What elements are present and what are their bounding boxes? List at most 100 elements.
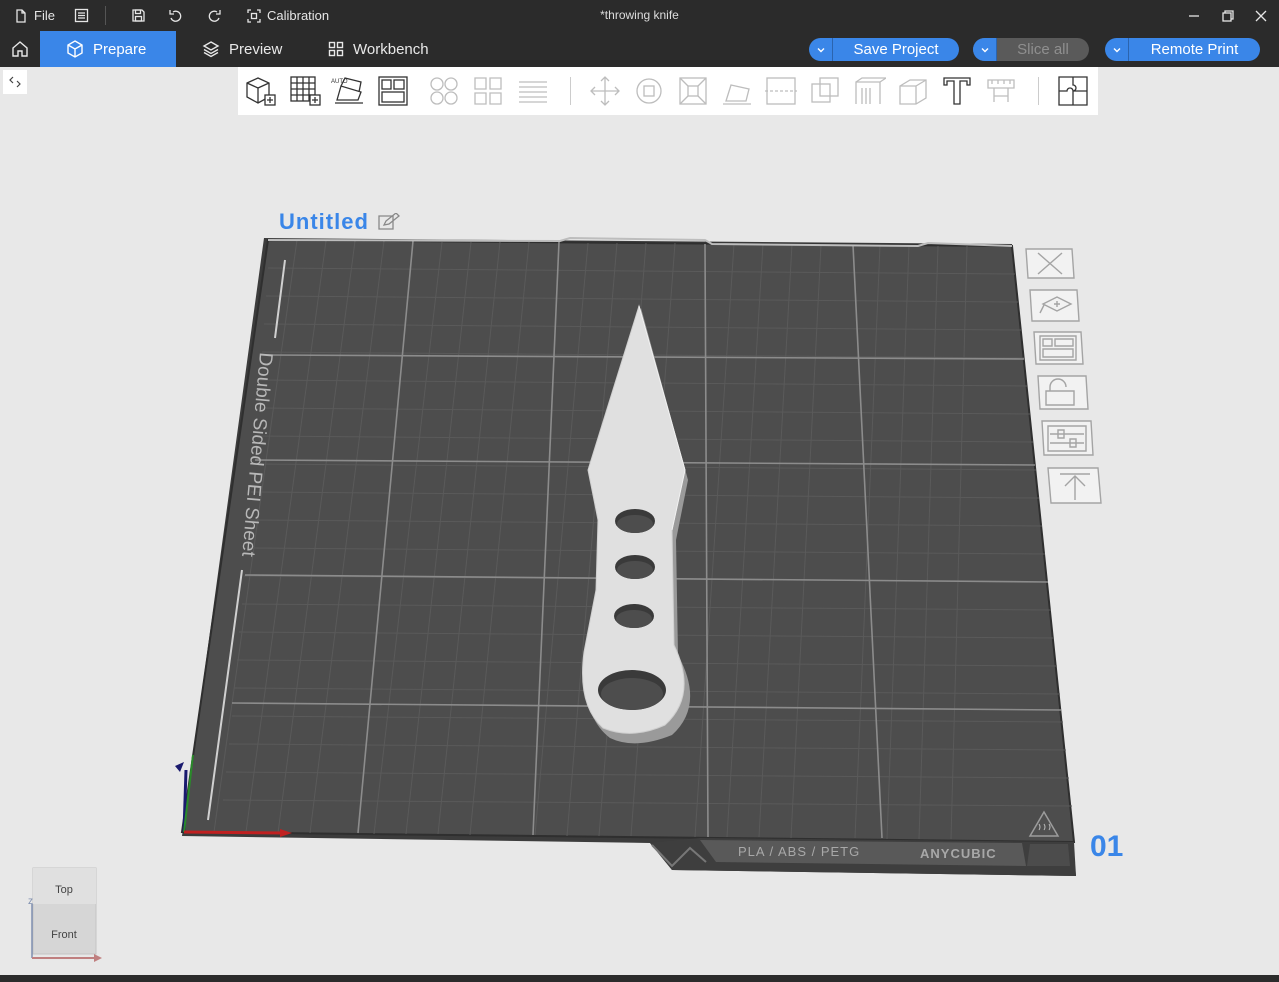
cut-button[interactable] — [763, 73, 799, 109]
3d-viewport[interactable]: Double Sided PEI Sheet PLA / ABS / PETG … — [0, 0, 1279, 982]
minimize-button[interactable] — [1176, 0, 1212, 31]
save-icon — [132, 9, 145, 22]
toolbar-divider — [1038, 77, 1039, 105]
remote-print-dropdown[interactable] — [1105, 38, 1129, 61]
materials-label: PLA / ABS / PETG — [738, 844, 860, 859]
boolean-icon — [811, 77, 839, 103]
plate-name[interactable]: Untitled — [279, 209, 401, 235]
split-objects-icon — [430, 77, 458, 105]
plate-auto-arrange-button[interactable] — [1029, 289, 1080, 322]
close-icon — [1255, 10, 1267, 21]
slice-all-label: Slice all — [1017, 41, 1069, 58]
view-cube-front[interactable]: Front — [51, 929, 77, 941]
scale-button[interactable] — [675, 73, 711, 109]
move-icon — [590, 76, 620, 106]
add-plate-button[interactable] — [287, 73, 323, 109]
grid-icon — [328, 41, 344, 57]
tab-prepare[interactable]: Prepare — [40, 31, 176, 67]
restore-icon — [1222, 9, 1234, 22]
layers-icon — [202, 41, 220, 58]
minimize-icon — [1189, 14, 1199, 17]
remote-print-button[interactable]: Remote Print — [1105, 38, 1260, 61]
lay-on-face-icon — [723, 84, 751, 105]
add-plate-icon — [290, 76, 321, 106]
title-bar: File Calibration *throwing knife — [0, 0, 1279, 31]
main-toolbar: AUTO — [238, 67, 1098, 115]
split-parts-icon — [474, 77, 502, 105]
save-project-button[interactable]: Save Project — [809, 38, 959, 61]
redo-button[interactable] — [206, 0, 222, 31]
chevron-down-icon — [817, 47, 824, 52]
lay-on-face-button[interactable] — [719, 73, 755, 109]
auto-orient-button[interactable]: AUTO — [331, 73, 367, 109]
axis-z-label: z — [28, 896, 33, 907]
file-menu-label: File — [34, 8, 55, 23]
measure-icon — [987, 79, 1015, 102]
expand-collapse-icon — [9, 76, 21, 88]
split-objects-button[interactable] — [426, 73, 462, 109]
move-to-top-button[interactable] — [1047, 467, 1102, 504]
slice-all-dropdown[interactable] — [973, 38, 997, 61]
rotate-button[interactable] — [631, 73, 667, 109]
arrange-button[interactable] — [375, 73, 411, 109]
auto-orient-icon: AUTO — [331, 77, 363, 104]
remote-print-label: Remote Print — [1150, 41, 1239, 58]
svg-text:AUTO: AUTO — [331, 79, 348, 85]
tab-workbench[interactable]: Workbench — [314, 31, 443, 67]
seam-paint-button[interactable] — [895, 73, 931, 109]
arrange-icon — [378, 76, 408, 106]
add-model-button[interactable] — [242, 73, 278, 109]
measure-button[interactable] — [983, 73, 1019, 109]
home-button[interactable] — [0, 31, 40, 67]
plate-arrange-button[interactable] — [1033, 331, 1084, 365]
undo-icon — [169, 9, 182, 22]
puzzle-icon — [1058, 76, 1088, 106]
undo-button[interactable] — [168, 0, 184, 31]
brand-label: ANYCUBIC — [920, 846, 997, 861]
cube-icon — [67, 40, 83, 58]
delete-plate-button[interactable] — [1025, 248, 1075, 279]
status-bar — [0, 975, 1279, 982]
assembly-button[interactable] — [1055, 73, 1091, 109]
restore-button[interactable] — [1210, 0, 1246, 31]
text-button[interactable] — [939, 73, 975, 109]
redo-icon — [208, 9, 221, 22]
plate-name-label: Untitled — [279, 209, 369, 234]
edit-icon[interactable] — [377, 213, 401, 231]
variable-layer-icon — [519, 81, 547, 103]
cut-icon — [765, 77, 797, 105]
support-paint-icon — [855, 77, 886, 104]
rotate-icon — [636, 78, 662, 104]
menu-button[interactable] — [74, 0, 89, 31]
calibration-label: Calibration — [267, 8, 330, 23]
save-project-dropdown[interactable] — [809, 38, 833, 61]
save-project-label: Save Project — [853, 41, 939, 58]
titlebar-divider — [105, 6, 106, 25]
slice-all-button[interactable]: Slice all — [973, 38, 1089, 61]
support-paint-button[interactable] — [851, 73, 887, 109]
document-title: *throwing knife — [600, 8, 679, 22]
close-window-button[interactable] — [1243, 0, 1279, 31]
plate-settings-button[interactable] — [1041, 420, 1094, 456]
calibration-menu[interactable]: Calibration — [247, 0, 329, 31]
file-menu[interactable]: File — [14, 0, 55, 31]
view-cube[interactable]: Top Front z x — [26, 864, 115, 966]
tab-preview[interactable]: Preview — [188, 31, 296, 67]
sidebar-toggle-button[interactable] — [3, 70, 27, 94]
layers-editing-button[interactable] — [515, 73, 551, 109]
lock-plate-button[interactable] — [1037, 375, 1089, 410]
move-button[interactable] — [587, 73, 623, 109]
scale-icon — [679, 77, 707, 105]
add-cube-icon — [246, 77, 276, 106]
toolbar-divider — [570, 77, 571, 105]
view-cube-top[interactable]: Top — [55, 884, 73, 896]
text-icon — [943, 77, 971, 105]
save-button[interactable] — [131, 0, 146, 31]
plate-side-buttons — [1025, 248, 1102, 504]
boolean-button[interactable] — [807, 73, 843, 109]
plate-corner-block — [1027, 844, 1070, 866]
home-icon — [12, 41, 28, 57]
split-parts-button[interactable] — [470, 73, 506, 109]
seam-icon — [899, 79, 927, 105]
tab-workbench-label: Workbench — [353, 40, 429, 58]
